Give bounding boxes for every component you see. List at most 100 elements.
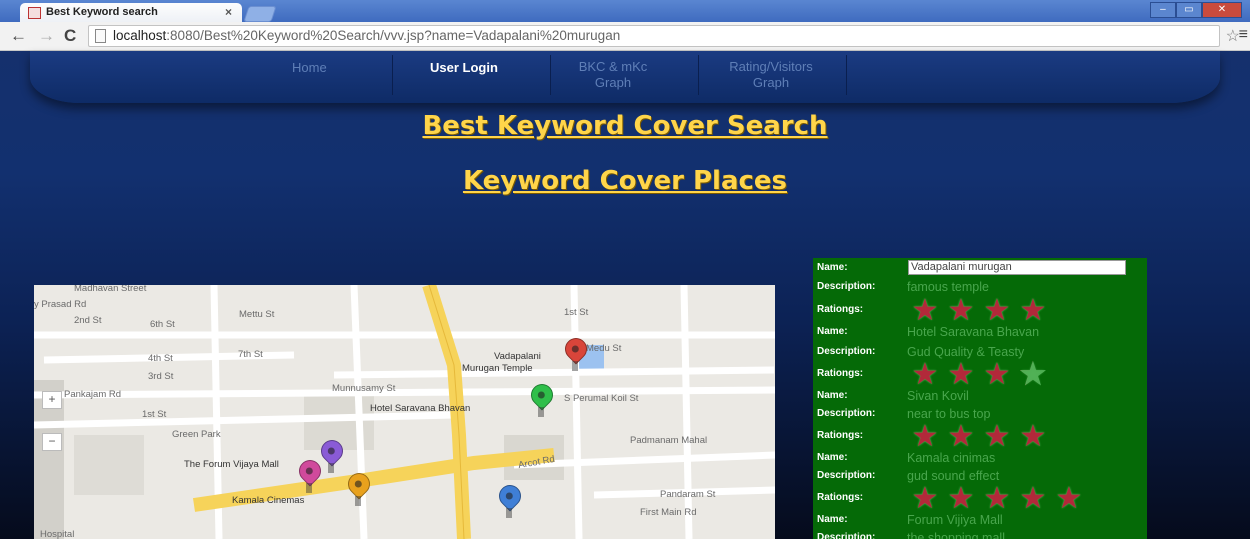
page-favicon-icon (28, 7, 41, 19)
window-controls: – ▭ ✕ (1150, 2, 1242, 18)
map-label: Green Park (172, 429, 221, 440)
back-arrow-icon[interactable]: ← (10, 26, 27, 46)
address-bar[interactable]: localhost:8080/Best%20Keyword%20Search/v… (88, 25, 1220, 47)
star-icon: ★ (911, 358, 939, 391)
map-zoom-out-button[interactable]: − (42, 433, 62, 451)
name-value: Hotel Saravana Bhavan (907, 325, 1040, 339)
description-row: Description: the shopping mall (813, 528, 1147, 539)
marker-shadow (328, 463, 334, 473)
place-name-input[interactable]: Vadapalani murugan (908, 260, 1126, 275)
google-map[interactable]: Madhavan Street y Prasad Rd 2nd St 6th S… (34, 285, 775, 539)
map-label: 3rd St (148, 371, 174, 382)
map-label: The Forum Vijaya Mall (184, 459, 279, 470)
rating-stars: ★ ★ ★ ★ (907, 294, 1051, 327)
forward-arrow-icon[interactable]: → (38, 26, 55, 46)
star-icon: ★ (983, 420, 1011, 453)
half-star-icon: ★ (1015, 359, 1051, 390)
name-label: Name: (817, 262, 848, 273)
browser-toolbar: ← → C localhost:8080/Best%20Keyword%20Se… (0, 22, 1250, 51)
star-icon: ★ (911, 420, 939, 453)
url-text[interactable]: localhost:8080/Best%20Keyword%20Search/v… (113, 28, 620, 43)
map-label: y Prasad Rd (34, 299, 87, 310)
name-row: Name: Forum Vijiya Mall (813, 510, 1147, 530)
maximize-button[interactable]: ▭ (1175, 2, 1202, 18)
minimize-button[interactable]: – (1150, 2, 1176, 18)
name-row: Name: Vadapalani murugan (813, 258, 1147, 278)
url-path: :8080/Best%20Keyword%20Search/vvv.jsp?na… (166, 28, 621, 43)
browser-tab[interactable]: Best Keyword search × (20, 3, 242, 22)
map-label: 7th St (238, 349, 263, 360)
star-icon: ★ (983, 482, 1011, 515)
description-value: famous temple (907, 280, 989, 294)
browser-titlebar: Best Keyword search × – ▭ ✕ (0, 0, 1250, 22)
map-zoom-in-button[interactable]: + (42, 391, 62, 409)
name-label: Name: (817, 514, 848, 525)
map-label: 2nd St (74, 315, 102, 326)
name-row: Name: Sivan Kovil (813, 386, 1147, 406)
map-label: Medu St (586, 343, 622, 354)
name-row: Name: Hotel Saravana Bhavan (813, 322, 1147, 342)
marker-shadow (355, 496, 361, 506)
map-label: Kamala Cinemas (232, 495, 305, 506)
map-label: Munnusamy St (332, 383, 396, 394)
marker-shadow (572, 361, 578, 371)
ratings-label: Rationgs: (817, 430, 864, 441)
close-window-button[interactable]: ✕ (1201, 2, 1242, 18)
star-icon: ★ (983, 294, 1011, 327)
marker-shadow (306, 483, 312, 493)
map-label: Vadapalani (494, 351, 541, 362)
nav-divider (392, 55, 393, 95)
nav-bkc-mkc-graph[interactable]: BKC & mKc Graph (568, 59, 658, 91)
page-title: Best Keyword Cover Search (422, 111, 828, 141)
map-label: Madhavan Street (74, 285, 147, 294)
name-row: Name: Kamala cinimas (813, 448, 1147, 468)
map-label: Pankajam Rd (64, 389, 122, 400)
star-icon: ★ (911, 294, 939, 327)
new-tab-button[interactable] (243, 6, 277, 22)
map-label: Hospital (40, 529, 75, 539)
name-label: Name: (817, 390, 848, 401)
name-value: Sivan Kovil (907, 389, 969, 403)
description-label: Description: (817, 470, 876, 481)
rating-stars: ★ ★ ★ ★ (907, 358, 1051, 391)
page-content: Home User Login BKC & mKc Graph Rating/V… (0, 51, 1250, 539)
ratings-label: Rationgs: (817, 304, 864, 315)
star-icon: ★ (947, 482, 975, 515)
star-icon: ★ (911, 482, 939, 515)
ratings-row: Rationgs: ★ ★ ★ ★ (813, 296, 1147, 326)
nav-rating-visitors-graph[interactable]: Rating/Visitors Graph (706, 59, 836, 91)
place-info-panel: Name: Vadapalani murugan Description: fa… (813, 258, 1147, 539)
page-icon (95, 29, 106, 43)
star-icon: ★ (1019, 482, 1047, 515)
map-label: Hotel Saravana Bhavan (370, 403, 471, 414)
section-title: Keyword Cover Places (462, 166, 788, 196)
close-tab-icon[interactable]: × (225, 5, 232, 19)
browser-menu-icon[interactable]: ≡ (1239, 26, 1248, 44)
description-label: Description: (817, 346, 876, 357)
url-host: localhost (113, 28, 167, 43)
map-label: Murugan Temple (462, 363, 533, 374)
name-label: Name: (817, 326, 848, 337)
nav-user-login[interactable]: User Login (430, 60, 498, 76)
site-navbar: Home User Login BKC & mKc Graph Rating/V… (30, 51, 1220, 103)
description-row: Description: Gud Quality & Teasty (813, 342, 1147, 362)
marker-shadow (506, 508, 512, 518)
star-icon: ★ (1055, 482, 1083, 515)
map-label: 1st St (142, 409, 167, 420)
name-value: Forum Vijiya Mall (907, 513, 1003, 527)
nav-divider (846, 55, 847, 95)
rating-stars: ★ ★ ★ ★ (907, 420, 1051, 453)
ratings-label: Rationgs: (817, 492, 864, 503)
ratings-label: Rationgs: (817, 368, 864, 379)
description-row: Description: near to bus top (813, 404, 1147, 424)
map-label: Pandaram St (660, 489, 716, 500)
star-icon: ★ (947, 358, 975, 391)
description-row: Description: gud sound effect (813, 466, 1147, 486)
nav-home[interactable]: Home (292, 60, 327, 76)
map-label: First Main Rd (640, 507, 697, 518)
nav-divider (698, 55, 699, 95)
reload-icon[interactable]: C (64, 26, 76, 46)
description-label: Description: (817, 408, 876, 419)
tab-title: Best Keyword search (46, 6, 158, 18)
map-label: Padmanam Mahal (630, 435, 708, 446)
